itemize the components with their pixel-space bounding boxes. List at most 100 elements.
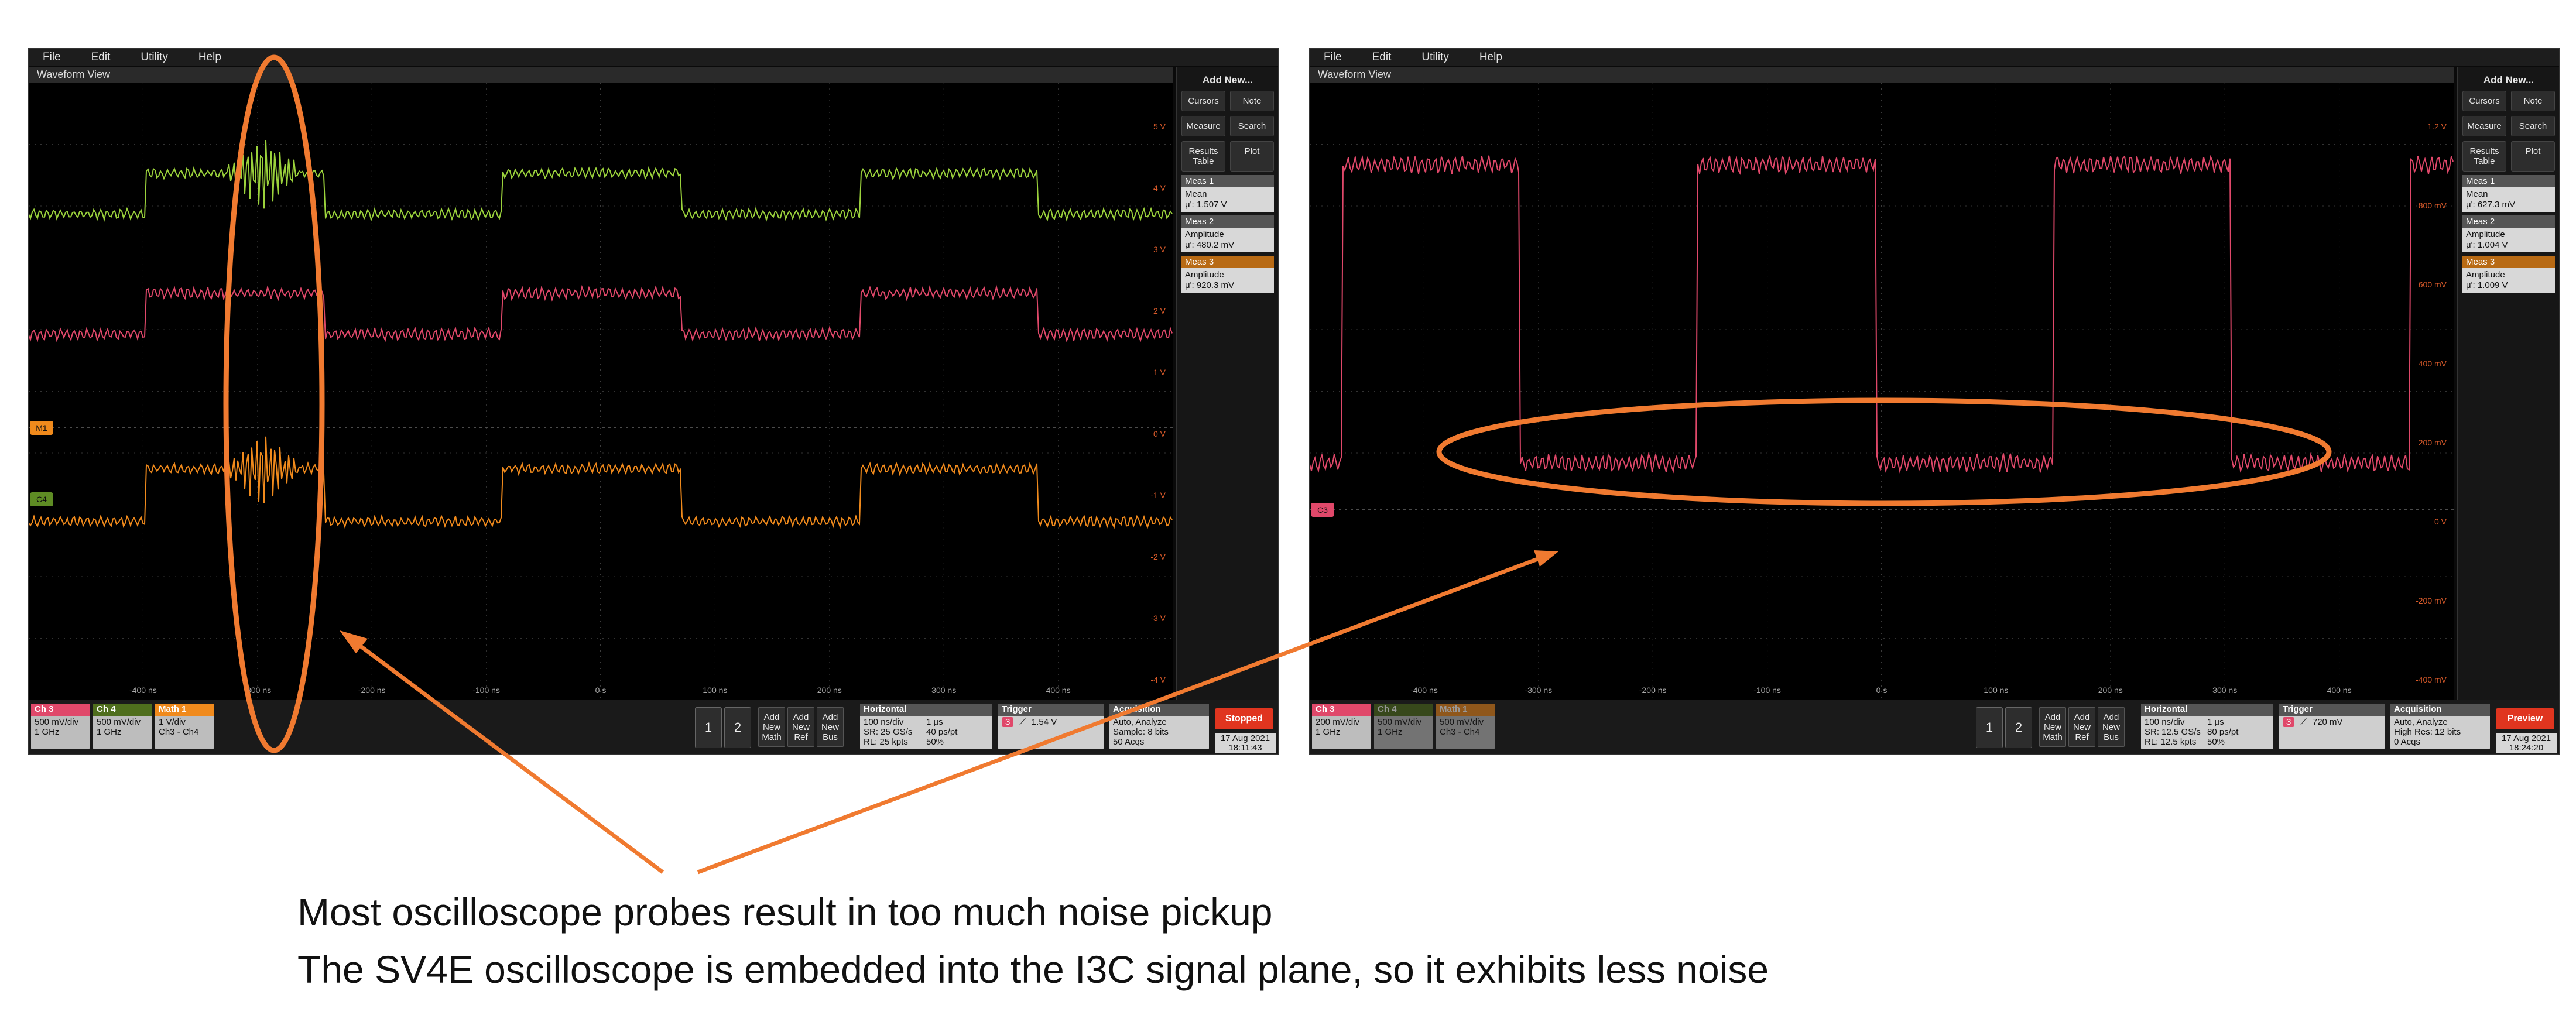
meas1-badge[interactable]: Meas 1 Mean μ': 1.507 V	[1181, 175, 1274, 212]
trigger-title: Trigger	[998, 704, 1104, 716]
button-2[interactable]: 2	[2005, 707, 2032, 748]
horizontal-ps: 80 ps/pt	[2207, 727, 2239, 737]
add-new-math-button[interactable]: Add New Math	[758, 707, 785, 747]
results-table-button[interactable]: Results Table	[2462, 141, 2506, 172]
acquisition-title: Acquisition	[2390, 704, 2490, 716]
plot-button[interactable]: Plot	[1230, 141, 1274, 172]
left-side-panel: Add New... Cursors Note Measure Search R…	[1176, 67, 1278, 700]
right-x-tick-label: 100 ns	[1984, 685, 2008, 695]
menu-utility[interactable]: Utility	[1407, 51, 1465, 64]
add-new-ref-button[interactable]: Add New Ref	[2068, 707, 2095, 747]
search-button[interactable]: Search	[2511, 116, 2555, 136]
add-new-math-button[interactable]: Add New Math	[2039, 707, 2066, 747]
math1-label: Math 1	[1436, 704, 1495, 716]
menu-file[interactable]: File	[29, 51, 77, 64]
meas2-badge[interactable]: Meas 2 Amplitude μ': 1.004 V	[2462, 215, 2555, 252]
button-1[interactable]: 1	[695, 707, 722, 748]
menu-utility[interactable]: Utility	[126, 51, 184, 64]
meas2-badge[interactable]: Meas 2 Amplitude μ': 480.2 mV	[1181, 215, 1274, 252]
meas3-header: Meas 3	[2462, 256, 2555, 268]
ch3-badge[interactable]: Ch 3 500 mV/div 1 GHz	[31, 704, 90, 749]
button-2[interactable]: 2	[724, 707, 751, 748]
meas1-name: Mean	[2466, 189, 2488, 199]
add-new-bus-button[interactable]: Add New Bus	[817, 707, 844, 747]
waveform-view-title: Waveform View	[29, 67, 1173, 83]
plot-button[interactable]: Plot	[2511, 141, 2555, 172]
horizontal-sr: SR: 12.5 GS/s	[2145, 727, 2201, 737]
left-y-tick-label: 5 V	[1153, 122, 1166, 131]
add-new-bus-button[interactable]: Add New Bus	[2098, 707, 2125, 747]
right-x-tick-label: -300 ns	[1525, 685, 1552, 695]
ch4-scale: 500 mV/div	[97, 717, 141, 727]
trigger-channel: 3	[1002, 717, 1014, 727]
trigger-title: Trigger	[2279, 704, 2385, 716]
right-y-tick-label: 1.2 V	[2427, 122, 2447, 131]
math1-badge[interactable]: Math 1 1 V/div Ch3 - Ch4	[155, 704, 214, 749]
ch4-badge[interactable]: Ch 4 500 mV/div 1 GHz	[93, 704, 152, 749]
note-button[interactable]: Note	[1230, 91, 1274, 111]
left-waveform-area[interactable]: 5 V 4 V 3 V 2 V 1 V 0 V -1 V -2 V -3 V -4 V -400 n…	[29, 83, 1173, 700]
left-x-tick-label: -200 ns	[358, 685, 386, 695]
cursors-button[interactable]: Cursors	[1181, 91, 1225, 111]
measure-button[interactable]: Measure	[2462, 116, 2506, 136]
run-stop-button[interactable]: Stopped	[1215, 708, 1273, 729]
date-label: 17 Aug 2021	[2501, 733, 2551, 743]
run-stop-button[interactable]: Preview	[2496, 708, 2554, 729]
date-time: 17 Aug 2021 18:24:20	[2496, 733, 2557, 753]
math1-scale: 1 V/div	[159, 717, 186, 727]
ch4-badge[interactable]: Ch 4 500 mV/div 1 GHz	[1374, 704, 1433, 749]
ch3-trace	[29, 284, 1173, 343]
left-menu-bar: File Edit Utility Help	[29, 49, 1278, 66]
ch3-trace	[1310, 153, 2454, 474]
trigger-badge[interactable]: Trigger 3 ⟋ 720 mV	[2279, 704, 2385, 749]
horizontal-scale: 100 ns/div	[2145, 717, 2185, 727]
meas3-name: Amplitude	[2466, 270, 2505, 280]
horizontal-badge[interactable]: Horizontal 100 ns/div 1 µs SR: 25 GS/s 4…	[860, 704, 992, 749]
left-y-tick-label: 2 V	[1153, 306, 1166, 316]
acq-count: 50 Acqs	[1113, 737, 1145, 747]
horizontal-ps: 40 ps/pt	[926, 727, 958, 737]
time-label: 18:11:43	[1228, 743, 1262, 753]
meas3-badge[interactable]: Meas 3 Amplitude μ': 1.009 V	[2462, 256, 2555, 293]
horizontal-badge[interactable]: Horizontal 100 ns/div 1 µs SR: 12.5 GS/s…	[2141, 704, 2273, 749]
meas1-name: Mean	[1185, 189, 1207, 199]
results-table-button[interactable]: Results Table	[1181, 141, 1225, 172]
menu-file[interactable]: File	[1310, 51, 1358, 64]
acquisition-badge[interactable]: Acquisition Auto, Analyze Sample: 8 bits…	[1109, 704, 1209, 749]
cursors-button[interactable]: Cursors	[2462, 91, 2506, 111]
left-x-tick-label: 400 ns	[1046, 685, 1071, 695]
search-button[interactable]: Search	[1230, 116, 1274, 136]
acq-sample: High Res: 12 bits	[2394, 727, 2461, 737]
menu-help[interactable]: Help	[184, 51, 238, 64]
meas2-name: Amplitude	[1185, 229, 1224, 239]
left-x-tick-label: -100 ns	[472, 685, 500, 695]
menu-edit[interactable]: Edit	[77, 51, 127, 64]
add-new-ref-button[interactable]: Add New Ref	[787, 707, 814, 747]
right-waveform-area[interactable]: 1.2 V 800 mV 600 mV 400 mV 200 mV 0 V -200 mV -…	[1310, 83, 2454, 700]
trigger-edge-icon: ⟋	[2300, 717, 2307, 727]
math1-badge[interactable]: Math 1 500 mV/div Ch3 - Ch4	[1436, 704, 1495, 749]
trigger-badge[interactable]: Trigger 3 ⟋ 1.54 V	[998, 704, 1104, 749]
ch3-badge[interactable]: Ch 3 200 mV/div 1 GHz	[1312, 704, 1371, 749]
math1-trace	[29, 436, 1173, 529]
right-x-tick-label: -100 ns	[1753, 685, 1781, 695]
meas1-header: Meas 1	[2462, 175, 2555, 187]
horizontal-record: 1 µs	[926, 717, 943, 727]
time-label: 18:24:20	[2509, 743, 2544, 753]
meas2-value: μ': 480.2 mV	[1185, 240, 1235, 250]
note-button[interactable]: Note	[2511, 91, 2555, 111]
horizontal-record: 1 µs	[2207, 717, 2224, 727]
date-time: 17 Aug 2021 18:11:43	[1215, 733, 1276, 753]
meas3-badge[interactable]: Meas 3 Amplitude μ': 920.3 mV	[1181, 256, 1274, 293]
right-scope-window: File Edit Utility Help Waveform View 1.2…	[1309, 48, 2560, 755]
menu-edit[interactable]: Edit	[1358, 51, 1408, 64]
math1-scale: 500 mV/div	[1440, 717, 1484, 727]
measure-button[interactable]: Measure	[1181, 116, 1225, 136]
meas1-badge[interactable]: Meas 1 Mean μ': 627.3 mV	[2462, 175, 2555, 212]
button-1[interactable]: 1	[1976, 707, 2003, 748]
menu-help[interactable]: Help	[1465, 51, 1519, 64]
ch4-trace	[29, 140, 1173, 222]
acquisition-badge[interactable]: Acquisition Auto, Analyze High Res: 12 b…	[2390, 704, 2490, 749]
left-y-tick-label: 1 V	[1153, 368, 1166, 377]
left-y-tick-label: 4 V	[1153, 183, 1166, 193]
